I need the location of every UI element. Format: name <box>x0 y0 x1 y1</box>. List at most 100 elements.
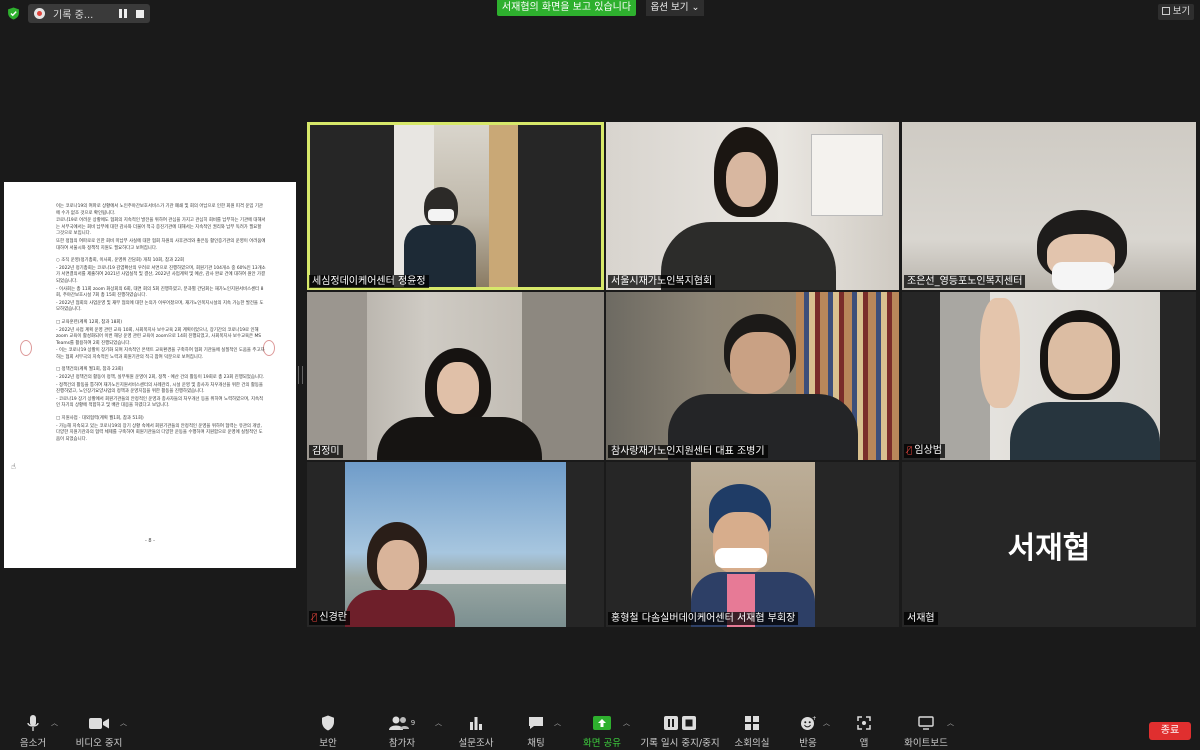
doc-paragraph: - 2022년 정기총회는 코로나19 감염확산의 우려로 서면으로 진행하였으… <box>56 265 266 284</box>
view-button-label: 보기 <box>1172 6 1191 17</box>
doc-paragraph: 코로나19로 어려운 상황에도 협회의 지속적인 발전을 위하여 관심을 가지고… <box>56 218 266 237</box>
participant-video <box>606 122 899 290</box>
end-meeting-button[interactable]: 종료 <box>1149 722 1191 740</box>
sharing-banner: 서재협의 화면을 보고 있습니다 <box>497 0 636 16</box>
view-options-label: 옵션 보기 <box>650 2 689 13</box>
whiteboard-icon <box>918 716 934 730</box>
stop-video-button[interactable]: 비디오 중지 <box>72 714 126 749</box>
apps-button[interactable]: 앱 <box>852 714 876 749</box>
doc-paragraph: - 이는 코로나19 상황이 장기화 되며 지속적인 온택트 교육환경을 구축하… <box>56 348 265 360</box>
recording-icon <box>34 8 45 19</box>
doc-paragraph: - 정책건의 활동을 통하여 재가노인지원서비스센터의 사례관리, 시설 운영 … <box>56 382 263 395</box>
participant-video <box>940 292 1160 460</box>
participants-icon <box>388 716 409 730</box>
doc-paragraph: - 코로나19 장기 상황에서 회원기관들의 안정적인 운영과 종사자들의 처우… <box>56 396 264 409</box>
doc-paragraph: - 가능해 지속되고 있는 코로나19의 장기 상황 속에서 회원기관들의 안정… <box>56 423 263 442</box>
share-screen-icon <box>593 716 611 730</box>
video-tile[interactable]: 🎙̸ 임상범 <box>902 292 1196 460</box>
doc-paragraph: - 2022년 협회의 사업운영 및 재무 협의에 대한 논의가 이루어졌으며,… <box>56 300 264 313</box>
doc-paragraph: - 2022년 사업 계획 운영 관련 교육 10회, 사회복지사 보수교육 2… <box>56 327 262 346</box>
participant-video <box>606 292 899 460</box>
breakout-rooms-button[interactable]: 소회의실 <box>732 714 772 749</box>
video-tile[interactable]: 🎙̸ 신경란 <box>307 462 604 627</box>
document-text: 이는 코로나19의 여파로 상황에서 노인주야간보호서비스가 기관 폐쇄 및 회… <box>56 204 266 444</box>
reactions-button[interactable]: + 반응 <box>794 714 822 749</box>
hand-pointer-icon: ☝ <box>11 462 16 471</box>
mic-muted-icon: 🎙̸ <box>312 613 318 623</box>
participant-video <box>345 462 566 627</box>
shared-document: ☝ 이는 코로나19의 여파로 상황에서 노인주야간보호서비스가 기관 폐쇄 및… <box>4 182 296 568</box>
view-button[interactable]: 보기 <box>1158 4 1194 20</box>
video-camera-icon <box>89 717 109 729</box>
shield-icon <box>322 715 334 731</box>
security-shield-icon[interactable] <box>7 7 20 20</box>
recording-indicator: 기록 중... <box>28 4 150 23</box>
participant-name: 세심정데이케어센터 정윤정 <box>309 275 429 288</box>
share-screen-button[interactable]: 화면 공유 <box>582 714 622 749</box>
participant-name: 서재협 <box>904 612 938 625</box>
recording-label: 기록 중... <box>53 10 94 21</box>
breakout-rooms-icon <box>745 716 759 730</box>
pause-stop-recording-button[interactable]: 기록 일시 중지/중지 <box>640 714 720 749</box>
microphone-icon <box>27 714 39 731</box>
doc-section: ○ 조직 운영(정기총회, 이사회, 운영위 간담회) 개최 10회, 참과 2… <box>56 258 185 264</box>
participant-video <box>902 122 1196 290</box>
participant-video <box>307 292 604 460</box>
chat-bubble-icon <box>529 717 543 729</box>
doc-section: □ 지원사업 · 대외협력(계획 월1회, 참과 51회) <box>56 416 144 422</box>
video-options-caret-icon[interactable]: ︿ <box>120 718 127 728</box>
mic-muted-icon: 🎙̸ <box>907 446 913 456</box>
top-bar: 기록 중... 서재협의 화면을 보고 있습니다 옵션 보기 ⌄ 보기 <box>0 0 1200 26</box>
participant-name: 🎙̸ 신경란 <box>309 611 351 625</box>
page-number: - 8 - <box>145 538 155 544</box>
participant-avatar-text: 서재협 <box>1007 530 1091 566</box>
video-tile[interactable]: 서재협 서재협 <box>902 462 1196 627</box>
whiteboard-options-caret-icon[interactable]: ︿ <box>947 718 954 728</box>
chat-button[interactable]: 채팅 <box>522 714 550 749</box>
participant-name: 서울시재가노인복지협회 <box>608 275 716 288</box>
video-tile[interactable]: 참사랑재가노인지원센터 대표 조병기 <box>606 292 899 460</box>
panel-resize-handle[interactable] <box>298 366 303 384</box>
video-tile[interactable]: 김정미 <box>307 292 604 460</box>
doc-paragraph: - 2022년 정책건의 활동이 정책, 실무위원 운영이 2회, 정책 - 예… <box>56 375 265 381</box>
doc-section: □ 교육훈련(계획 12회, 참과 18회) <box>56 319 123 325</box>
participants-count: 9 <box>410 719 416 727</box>
doc-paragraph: 이는 코로나19의 여파로 상황에서 노인주야간보호서비스가 기관 폐쇄 및 회… <box>56 204 263 216</box>
mute-button[interactable]: 음소거 <box>14 714 52 749</box>
participant-name: 🎙̸ 임상범 <box>904 444 946 458</box>
share-options-caret-icon[interactable]: ︿ <box>623 718 630 728</box>
video-tile[interactable]: 세심정데이케어센터 정윤정 <box>307 122 604 290</box>
mute-options-caret-icon[interactable]: ︿ <box>51 718 58 728</box>
doc-section: □ 정책건의(계획 월1회, 참과 23회) <box>56 367 124 373</box>
meeting-toolbar: 음소거 ︿ 비디오 중지 ︿ 보안 9 참가자 ︿ 설문조사 채팅 ︿ 화면 공… <box>0 704 1200 750</box>
participant-video <box>691 462 815 627</box>
chat-options-caret-icon[interactable]: ︿ <box>554 718 561 728</box>
whiteboard-button[interactable]: 화이트보드 <box>900 714 952 749</box>
pause-stop-icon <box>664 716 696 730</box>
video-tile[interactable]: 홍형철 다솜실버데이케어센터 서재협 부회장 <box>606 462 899 627</box>
page-stamp-left <box>20 340 32 356</box>
svg-text:+: + <box>812 715 816 722</box>
participant-name: 홍형철 다솜실버데이케어센터 서재협 부회장 <box>608 612 799 625</box>
participant-name: 김정미 <box>309 445 343 458</box>
reactions-options-caret-icon[interactable]: ︿ <box>823 718 830 728</box>
participants-button[interactable]: 9 참가자 <box>384 714 420 749</box>
view-options-button[interactable]: 옵션 보기 ⌄ <box>646 0 704 16</box>
stop-recording-icon[interactable] <box>136 9 144 18</box>
security-button[interactable]: 보안 <box>313 714 343 749</box>
apps-icon <box>857 716 871 730</box>
polls-button[interactable]: 설문조사 <box>458 714 494 749</box>
pause-recording-icon[interactable] <box>119 9 128 18</box>
chevron-down-icon: ⌄ <box>691 2 700 13</box>
video-tile[interactable]: 조은선_영등포노인복지센터 <box>902 122 1196 290</box>
doc-paragraph: - 이사회는 총 11회 zoom 화상회의 6회, 대면 회의 5회 진행하였… <box>56 286 264 299</box>
bar-chart-icon <box>470 717 482 730</box>
video-tile[interactable]: 서울시재가노인복지협회 <box>606 122 899 290</box>
participant-name: 참사랑재가노인지원센터 대표 조병기 <box>608 445 768 458</box>
smiley-icon: + <box>801 715 816 730</box>
grid-view-icon <box>1161 7 1170 15</box>
participant-name: 조은선_영등포노인복지센터 <box>904 275 1026 288</box>
doc-paragraph: 또한 정협의 여파로로 인한 회비 미납부 사실에 대한 협회 차원의 사후관리… <box>56 238 266 251</box>
participant-video <box>394 125 518 287</box>
participants-options-caret-icon[interactable]: ︿ <box>435 718 442 728</box>
